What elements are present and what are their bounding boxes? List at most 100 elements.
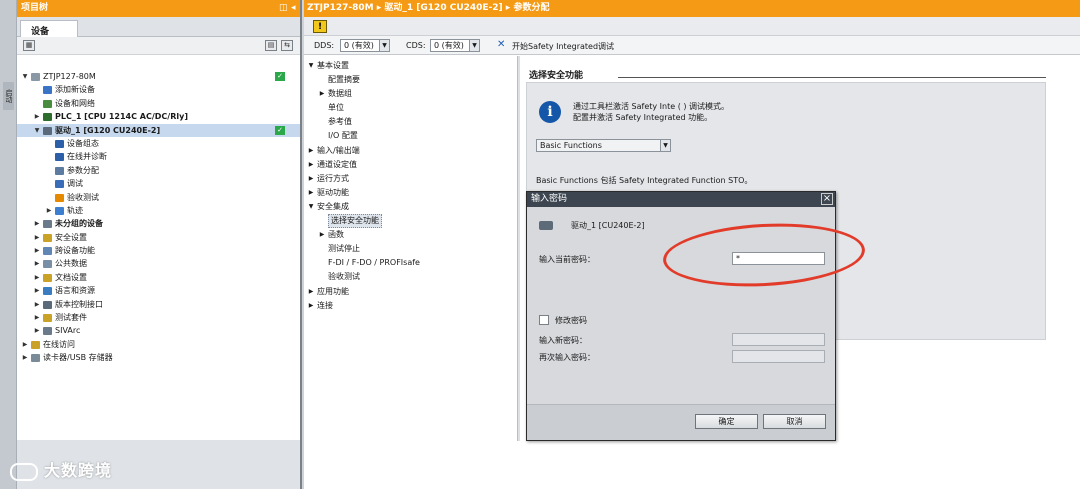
tree-item[interactable]: ▶ 读卡器/USB 存储器 <box>17 351 300 364</box>
expanded-arrow-icon[interactable]: ▼ <box>33 124 41 137</box>
collapsed-arrow-icon[interactable]: ▶ <box>33 284 41 297</box>
nav-item[interactable]: 单位 <box>304 101 517 115</box>
repeat-password-label: 再次输入密码： <box>539 353 595 362</box>
info-text: 通过工具栏激活 Safety Inte ( ) 调试模式。 配置并激活 Safe… <box>573 101 729 123</box>
tree-item[interactable]: 设备和网络 <box>17 97 300 110</box>
collapsed-arrow-icon[interactable]: ▶ <box>45 204 53 217</box>
tree-item[interactable]: ▶ 公共数据 <box>17 257 300 270</box>
nav-item-label: 测试停止 <box>328 244 360 254</box>
change-password-checkbox[interactable] <box>539 315 549 325</box>
tree-item[interactable]: 在线并诊断 <box>17 150 300 163</box>
pin-icon[interactable]: ◫ <box>279 0 288 17</box>
device-icon[interactable]: ▦ <box>23 40 35 51</box>
tree-item-label: 文档设置 <box>55 272 87 282</box>
cancel-button[interactable]: 取消 <box>763 414 826 429</box>
tree-item[interactable]: ▶ 未分组的设备 <box>17 217 300 230</box>
collapsed-arrow-icon[interactable]: ▶ <box>307 144 315 158</box>
nav-item[interactable]: I/O 配置 <box>304 129 517 143</box>
change-password-label: 修改密码 <box>555 316 587 325</box>
warning-icon[interactable]: ! <box>313 20 327 33</box>
nav-item-label: 驱动功能 <box>317 187 349 197</box>
collapsed-arrow-icon[interactable]: ▶ <box>318 228 326 242</box>
collapsed-arrow-icon[interactable]: ▶ <box>33 324 41 337</box>
cds-select[interactable]: 0 (有效) ▼ <box>430 39 480 52</box>
refresh-icon[interactable]: ⇆ <box>281 40 293 51</box>
tree-item[interactable]: ▼ 驱动_1 [G120 CU240E-2] ✓ <box>17 123 300 137</box>
collapsed-arrow-icon[interactable]: ▶ <box>318 87 326 101</box>
nav-item[interactable]: ▶ 通道设定值 <box>304 158 517 172</box>
nav-item[interactable]: ▶ 函数 <box>304 228 517 242</box>
collapse-panel-icon[interactable]: ◂ <box>291 0 296 17</box>
collapsed-arrow-icon[interactable]: ▶ <box>307 186 315 200</box>
nav-item[interactable]: 验收测试 <box>304 270 517 284</box>
nav-item[interactable]: F-DI / F-DO / PROFIsafe <box>304 256 517 270</box>
nav-item[interactable]: ▶ 应用功能 <box>304 285 517 299</box>
dds-select[interactable]: 0 (有效) ▼ <box>340 39 390 52</box>
expanded-arrow-icon[interactable]: ▼ <box>307 59 315 73</box>
collapsed-arrow-icon[interactable]: ▶ <box>33 244 41 257</box>
repeat-password-input[interactable] <box>732 350 825 363</box>
tree-item[interactable]: 添加新设备 <box>17 83 300 96</box>
tree-item[interactable]: ▶ 版本控制接口 <box>17 298 300 311</box>
tree-item[interactable]: ▶ 安全设置 <box>17 231 300 244</box>
dds-value: 0 (有效) <box>344 41 374 50</box>
close-icon[interactable]: × <box>821 193 833 205</box>
nav-item[interactable]: 选择安全功能 <box>304 214 517 229</box>
tree-item[interactable]: 验收测试 <box>17 191 300 204</box>
tree-item[interactable]: ▶ SIVArc <box>17 324 300 337</box>
tree-node-icon <box>55 153 64 162</box>
section-divider <box>618 77 1046 78</box>
tree-item[interactable]: ▶ 文档设置 <box>17 271 300 284</box>
nav-item[interactable]: ▶ 数据组 <box>304 87 517 101</box>
nav-item[interactable]: 配置摘要 <box>304 73 517 87</box>
tree-node-icon <box>43 300 52 309</box>
tree-item[interactable]: 调试 <box>17 177 300 190</box>
collapsed-arrow-icon[interactable]: ▶ <box>33 298 41 311</box>
collapsed-arrow-icon[interactable]: ▶ <box>33 217 41 230</box>
nav-item[interactable]: ▶ 连接 <box>304 299 517 313</box>
collapsed-arrow-icon[interactable]: ▶ <box>307 299 315 313</box>
tree-item[interactable]: 设备组态 <box>17 137 300 150</box>
tree-item-label: ZTJP127-80M <box>43 72 96 81</box>
tree-item[interactable]: ▶ 测试套件 <box>17 311 300 324</box>
tree-item[interactable]: ▶ 在线访问 <box>17 338 300 351</box>
tree-item[interactable]: ▶ 语言和资源 <box>17 284 300 297</box>
collapsed-arrow-icon[interactable]: ▶ <box>33 257 41 270</box>
nav-item[interactable]: ▶ 驱动功能 <box>304 186 517 200</box>
nav-item[interactable]: ▼ 基本设置 <box>304 59 517 73</box>
nav-item[interactable]: ▼ 安全集成 <box>304 200 517 214</box>
safety-commissioning-button[interactable]: 开始Safety Integrated调试 <box>512 41 614 52</box>
expanded-arrow-icon[interactable]: ▼ <box>307 200 315 214</box>
tree-item[interactable]: 参数分配 <box>17 164 300 177</box>
collapsed-arrow-icon[interactable]: ▶ <box>33 231 41 244</box>
new-password-input[interactable] <box>732 333 825 346</box>
nav-item[interactable]: ▶ 运行方式 <box>304 172 517 186</box>
safety-commissioning-icon[interactable]: ✕ <box>497 39 505 50</box>
tree-item[interactable]: ▶ 轨迹 <box>17 204 300 217</box>
collapsed-arrow-icon[interactable]: ▶ <box>307 285 315 299</box>
safety-function-select[interactable]: Basic Functions ▼ <box>536 139 671 152</box>
collapsed-arrow-icon[interactable]: ▶ <box>33 311 41 324</box>
nav-item[interactable]: ▶ 输入/输出端 <box>304 144 517 158</box>
collapsed-arrow-icon[interactable]: ▶ <box>307 172 315 186</box>
start-vertical-tab[interactable]: 启动 <box>3 82 14 110</box>
parameter-toolbar: DDS: 0 (有效) ▼ CDS: 0 (有效) ▼ ✕ 开始Safety I… <box>304 36 1080 55</box>
tree-node-icon <box>55 206 64 215</box>
collapsed-arrow-icon[interactable]: ▶ <box>21 351 29 364</box>
collapsed-arrow-icon[interactable]: ▶ <box>307 158 315 172</box>
tab-devices[interactable]: 设备 <box>20 20 78 37</box>
collapsed-arrow-icon[interactable]: ▶ <box>33 110 41 123</box>
ok-button[interactable]: 确定 <box>695 414 758 429</box>
tree-item[interactable]: ▶ PLC_1 [CPU 1214C AC/DC/Rly] <box>17 110 300 123</box>
collapsed-arrow-icon[interactable]: ▶ <box>21 338 29 351</box>
tree-item[interactable]: ▶ 跨设备功能 <box>17 244 300 257</box>
parameter-navigation: ▼ 基本设置 配置摘要 ▶ 数据组 单位参考值 I/O 配置 ▶ 输入/输出端 ▶ 通道设定值 ▶ 运行… <box>304 56 518 489</box>
expanded-arrow-icon[interactable]: ▼ <box>21 70 29 83</box>
collapsed-arrow-icon[interactable]: ▶ <box>33 271 41 284</box>
nav-item[interactable]: 参考值 <box>304 115 517 129</box>
nav-item[interactable]: 测试停止 <box>304 242 517 256</box>
chevron-down-icon: ▼ <box>469 40 479 51</box>
nav-item-label: 参考值 <box>328 117 352 127</box>
table-view-icon[interactable]: ▤ <box>265 40 277 51</box>
tree-item[interactable]: ▼ ZTJP127-80M ✓ <box>17 70 300 83</box>
